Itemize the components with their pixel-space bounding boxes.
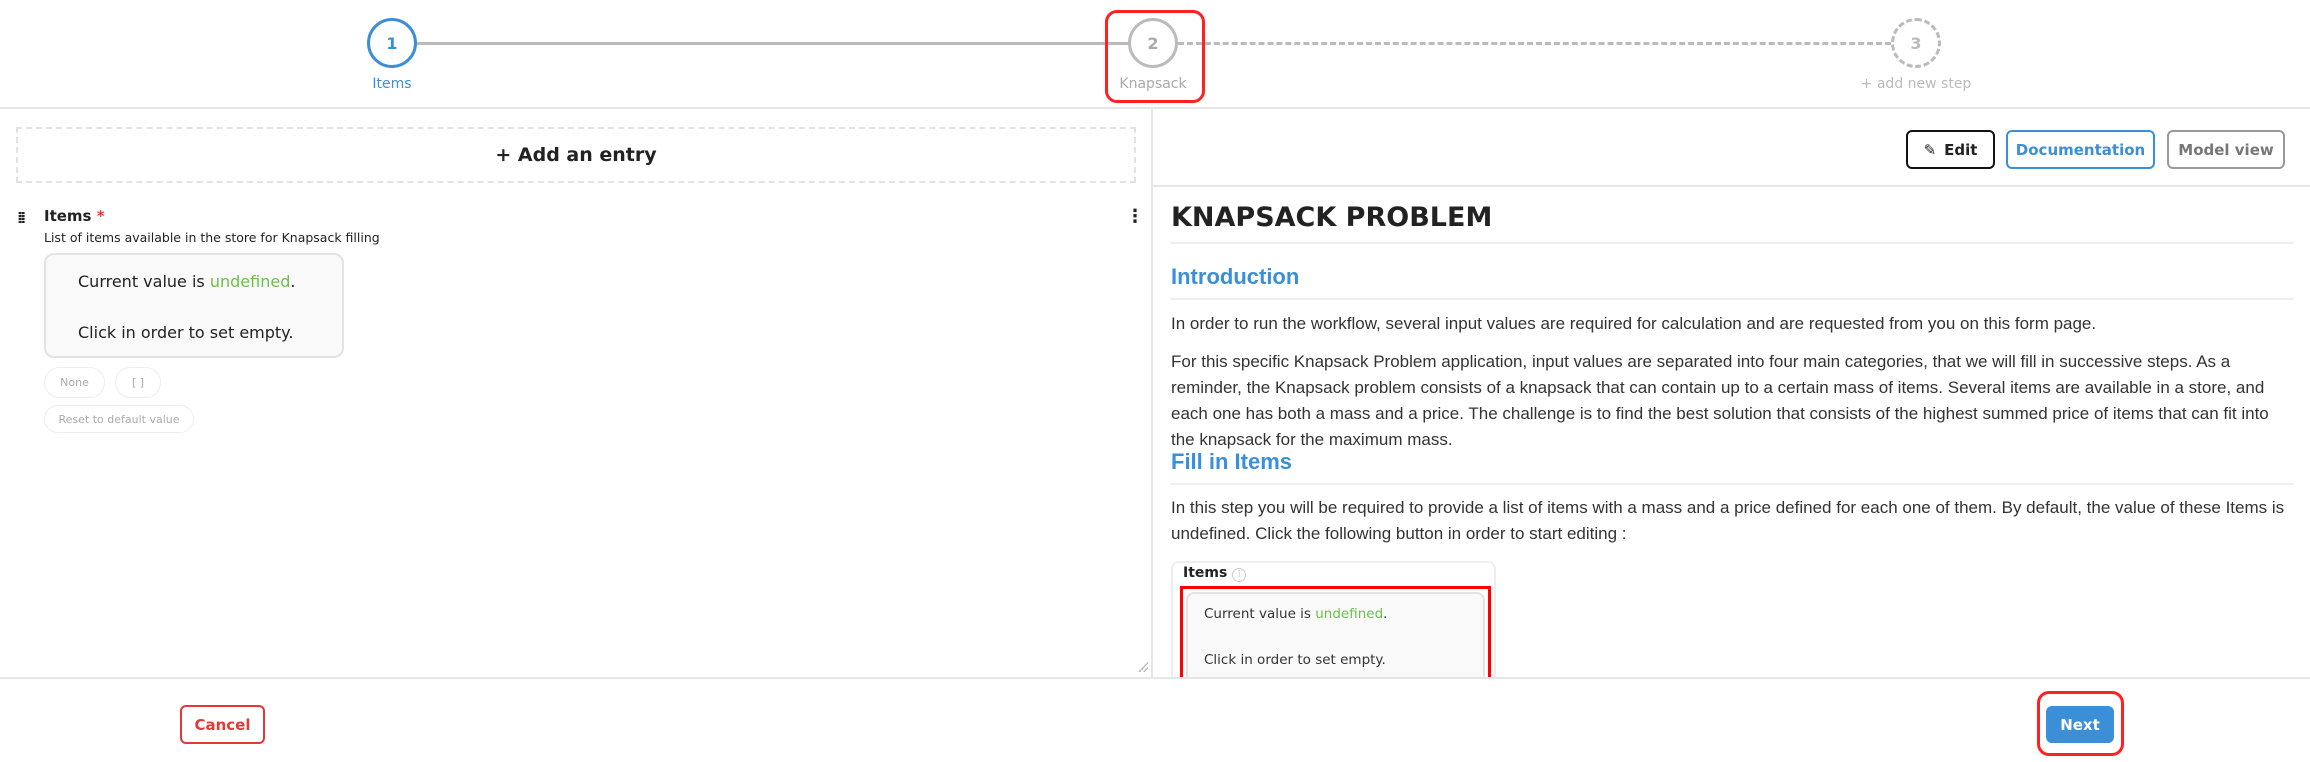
step-1-label[interactable]: Items	[292, 76, 492, 92]
cancel-button[interactable]: Cancel	[180, 705, 265, 744]
doc-example-image: Items i Current value is undefined. Clic…	[1171, 561, 1496, 678]
example-items-label-text: Items	[1183, 565, 1228, 581]
example-undefined-value: undefined	[1315, 606, 1384, 622]
step-3-circle[interactable]: 3	[1891, 18, 1941, 68]
documentation-panel: ✎ Edit Documentation Model view KNAPSACK …	[1153, 109, 2310, 678]
empty-list-button[interactable]: [ ]	[115, 367, 161, 398]
add-entry-button[interactable]: + Add an entry	[16, 127, 1136, 183]
highlight-box-next	[2037, 691, 2124, 756]
stepper: 1 Items 2 Knapsack 3 + add new step	[0, 0, 2310, 109]
set-empty-hint: Click in order to set empty.	[78, 323, 294, 342]
intro-paragraph-2: For this specific Knapsack Problem appli…	[1171, 352, 2269, 449]
example-highlight-box: Current value is undefined. Click in ord…	[1180, 586, 1491, 678]
form-panel: + Add an entry ⁞⁞ Items * ⋮ List of item…	[0, 109, 1153, 678]
current-value-prefix: Current value is	[78, 272, 210, 291]
undefined-value: undefined	[209, 272, 291, 291]
current-value-suffix: .	[290, 272, 296, 291]
drag-handle-icon[interactable]: ⁞⁞	[17, 208, 26, 227]
highlight-box-step-2	[1105, 10, 1205, 103]
add-new-step-label[interactable]: + add new step	[1816, 76, 2016, 92]
field-label-text: Items	[44, 207, 92, 225]
current-value-text: Current value is undefined.	[78, 272, 295, 291]
value-box[interactable]: Current value is undefined. Click in ord…	[44, 253, 344, 358]
fill-in-items-heading: Fill in Items	[1171, 449, 1293, 474]
none-button[interactable]: None	[44, 367, 105, 398]
example-value-suffix: .	[1383, 606, 1388, 622]
fill-in-items-paragraph: In this step you will be required to pro…	[1171, 498, 2285, 543]
divider	[1171, 298, 2293, 300]
example-value-box: Current value is undefined. Click in ord…	[1186, 592, 1485, 678]
field-label: Items *	[44, 207, 105, 225]
resize-handle-icon[interactable]	[1138, 662, 1148, 672]
example-value-prefix: Current value is	[1204, 606, 1316, 622]
footer: Cancel Next	[0, 677, 2310, 762]
doc-title: KNAPSACK PROBLEM	[1171, 202, 1493, 233]
intro-paragraph-1: In order to run the workflow, several in…	[1171, 314, 2097, 333]
step-connector-2-3	[1178, 42, 1891, 45]
reset-default-button[interactable]: Reset to default value	[44, 405, 194, 433]
example-set-empty-hint: Click in order to set empty.	[1204, 652, 1386, 668]
info-icon: i	[1232, 568, 1247, 582]
divider	[1171, 242, 2293, 244]
example-items-label: Items i	[1183, 565, 1247, 582]
field-description: List of items available in the store for…	[44, 230, 380, 245]
introduction-heading: Introduction	[1171, 264, 1300, 289]
kebab-menu-icon[interactable]: ⋮	[1126, 206, 1144, 227]
step-1-circle[interactable]: 1	[367, 18, 417, 68]
doc-content: KNAPSACK PROBLEM Introduction In order t…	[1171, 109, 2293, 678]
example-current-value: Current value is undefined.	[1204, 606, 1387, 622]
divider	[1171, 483, 2293, 485]
required-mark: *	[96, 207, 105, 225]
step-connector-1-2	[417, 42, 1128, 45]
